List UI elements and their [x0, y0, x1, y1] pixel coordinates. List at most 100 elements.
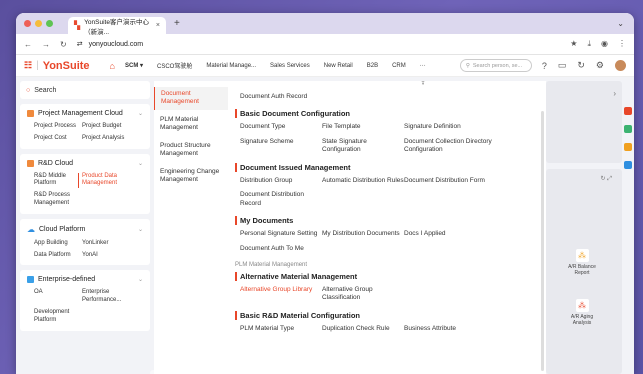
nav-item-csco[interactable]: CSCO驾驶舱 — [157, 61, 192, 70]
menu-item[interactable]: OA — [34, 289, 82, 305]
menu-link[interactable]: Signature Definition — [404, 123, 494, 131]
rd-cloud-icon — [27, 159, 34, 167]
menu-search-label: Search — [34, 86, 57, 94]
global-search-input[interactable]: ⚲ Search person, se... — [459, 59, 532, 72]
menu-link[interactable]: Document Distribution Record — [240, 191, 322, 208]
flow-node-ar-aging[interactable]: ⁂ A/R Aging Analysis — [562, 299, 602, 326]
chevron-down-icon[interactable]: ⌄ — [138, 110, 143, 117]
maximize-window-icon[interactable] — [46, 20, 53, 27]
chevron-down-icon[interactable]: ⌄ — [138, 160, 143, 167]
menu-link[interactable]: Business Attribute — [404, 325, 494, 333]
download-icon[interactable]: ⤓ — [587, 39, 591, 49]
menu-item[interactable]: Data Platform — [34, 252, 82, 260]
chevron-down-icon[interactable]: ⌄ — [138, 226, 143, 233]
menu-link[interactable]: Personal Signature Setting — [240, 230, 322, 238]
menu-item[interactable]: R&D Middle Platform — [34, 173, 82, 189]
browser-menu-icon[interactable]: ⋮ — [618, 39, 626, 49]
nav-item-material[interactable]: Material Manage... — [206, 63, 256, 69]
menu-item[interactable]: Project Analysis — [82, 135, 143, 143]
menu-content: Ŧ Document Auth Record Basic Document Co… — [228, 81, 546, 374]
dock-app-icon[interactable] — [624, 125, 632, 133]
menu-item[interactable]: Project Process — [34, 123, 82, 131]
menu-link-highlighted[interactable]: Alternative Group Library — [240, 286, 322, 303]
menu-link[interactable]: My Distribution Documents — [322, 230, 404, 238]
menu-link[interactable]: Docs I Applied — [404, 230, 494, 238]
menu-item[interactable]: R&D Process Management — [34, 192, 82, 208]
window-controls — [24, 20, 53, 27]
menu-link[interactable]: State Signature Configuration — [322, 138, 404, 155]
menu-link[interactable]: Duplication Check Rule — [322, 325, 404, 333]
new-tab-button[interactable]: + — [174, 18, 180, 29]
flow-node-label: A/R Balance Report — [568, 264, 596, 276]
dock-app-icon[interactable] — [624, 143, 632, 151]
nav-item-retail[interactable]: New Retail — [324, 63, 353, 69]
menu-link[interactable]: Signature Scheme — [240, 138, 322, 155]
flow-node-ar-balance[interactable]: ⁂ A/R Balance Report — [562, 249, 602, 276]
menu-item[interactable]: Project Cost — [34, 135, 82, 143]
cloud-icon: ☁ — [27, 224, 35, 234]
menu-link[interactable]: Automatic Distribution Rules — [322, 177, 404, 185]
app-grid-icon[interactable]: ☷ — [24, 60, 32, 71]
menu-link[interactable]: Document Auth To Me — [240, 245, 322, 253]
dock-app-icon[interactable] — [624, 107, 632, 115]
menu-link[interactable]: Document Type — [240, 123, 322, 131]
menu-item-active[interactable]: Product Data Management — [78, 172, 143, 189]
submenu-item-plm-material[interactable]: PLM Material Management — [154, 113, 228, 136]
chevron-down-icon[interactable]: ⌄ — [138, 276, 143, 283]
section-title: Document Issued Management — [235, 162, 546, 172]
refresh-icon[interactable]: ↻ — [577, 60, 585, 71]
nav-item-b2b[interactable]: B2B — [367, 63, 378, 69]
search-placeholder: Search person, se... — [472, 62, 523, 69]
menu-link[interactable]: Document Collection Directory Configurat… — [404, 138, 494, 155]
dashboard-flow-card: ↻ ⤢ ⁂ A/R Balance Report ⁂ A/R Aging Ana… — [546, 169, 622, 374]
menu-link[interactable]: Document Distribution Form — [404, 177, 494, 185]
menu-link[interactable]: Distribution Group — [240, 177, 322, 185]
menu-item[interactable]: YonAI — [82, 252, 143, 260]
bookmark-star-icon[interactable]: ★ — [570, 39, 577, 49]
scrollbar[interactable] — [541, 111, 544, 371]
close-tab-icon[interactable]: × — [156, 22, 160, 29]
help-icon[interactable]: ? — [542, 61, 547, 71]
menu-item[interactable]: Project Budget — [82, 123, 143, 131]
submenu-item-document-management[interactable]: Document Management — [154, 87, 228, 110]
site-settings-icon[interactable]: ⇄ — [77, 40, 83, 48]
card-rd-cloud: R&D Cloud ⌄ R&D Middle Platform Product … — [20, 153, 150, 214]
top-nav: SCM ▾ CSCO驾驶舱 Material Manage... Sales S… — [125, 61, 426, 71]
menu-link[interactable]: File Template — [322, 123, 404, 131]
flow-node-label: A/R Aging Analysis — [570, 314, 594, 326]
menu-search-input[interactable]: ○ Search — [20, 81, 150, 99]
avatar[interactable] — [615, 60, 626, 71]
nav-item-crm[interactable]: CRM — [392, 63, 406, 69]
menu-item[interactable]: Enterprise Performance... — [82, 289, 143, 305]
menu-link[interactable]: Document Auth Record — [240, 93, 546, 101]
group-label: PLM Material Management — [235, 261, 308, 268]
submenu-item-engineering-change[interactable]: Engineering Change Management — [154, 165, 228, 188]
submenu-item-product-structure[interactable]: Product Structure Management — [154, 139, 228, 162]
dock-app-icon[interactable] — [624, 161, 632, 169]
menu-item[interactable]: Development Platform — [34, 309, 82, 325]
chevron-right-icon[interactable]: › — [613, 89, 616, 98]
menu-link[interactable]: Alternative Group Classification — [322, 286, 404, 303]
yonsuite-logo[interactable]: ☷ | YonSuite — [24, 60, 90, 72]
decorative-bar — [150, 370, 350, 374]
message-icon[interactable]: ▭ — [558, 60, 567, 71]
nav-item-sales[interactable]: Sales Services — [270, 63, 310, 69]
card-cloud-platform: ☁ Cloud Platform ⌄ App Building YonLinke… — [20, 218, 150, 266]
forward-icon[interactable]: → — [42, 40, 50, 49]
menu-item[interactable]: App Building — [34, 240, 82, 248]
browser-tab[interactable]: ▚ YonSuite客户演示中心（新演... × — [68, 17, 166, 36]
menu-link[interactable]: PLM Material Type — [240, 325, 322, 333]
menu-item[interactable]: YonLinker — [82, 240, 143, 248]
close-window-icon[interactable] — [24, 20, 31, 27]
back-icon[interactable]: ← — [24, 40, 32, 49]
reload-icon[interactable]: ↻ — [60, 40, 67, 49]
nav-item-scm[interactable]: SCM ▾ — [125, 62, 143, 69]
tab-menu-icon[interactable]: ⌄ — [617, 19, 624, 28]
url-field[interactable]: ⇄ yonyoucloud.com — [77, 40, 561, 49]
expand-icon[interactable]: ↻ ⤢ — [601, 175, 613, 183]
profile-icon[interactable]: ◉ — [601, 39, 608, 49]
minimize-window-icon[interactable] — [35, 20, 42, 27]
settings-icon[interactable]: ⚙ — [596, 60, 604, 71]
home-icon[interactable]: ⌂ — [110, 61, 115, 71]
nav-more[interactable]: ··· — [420, 63, 426, 69]
